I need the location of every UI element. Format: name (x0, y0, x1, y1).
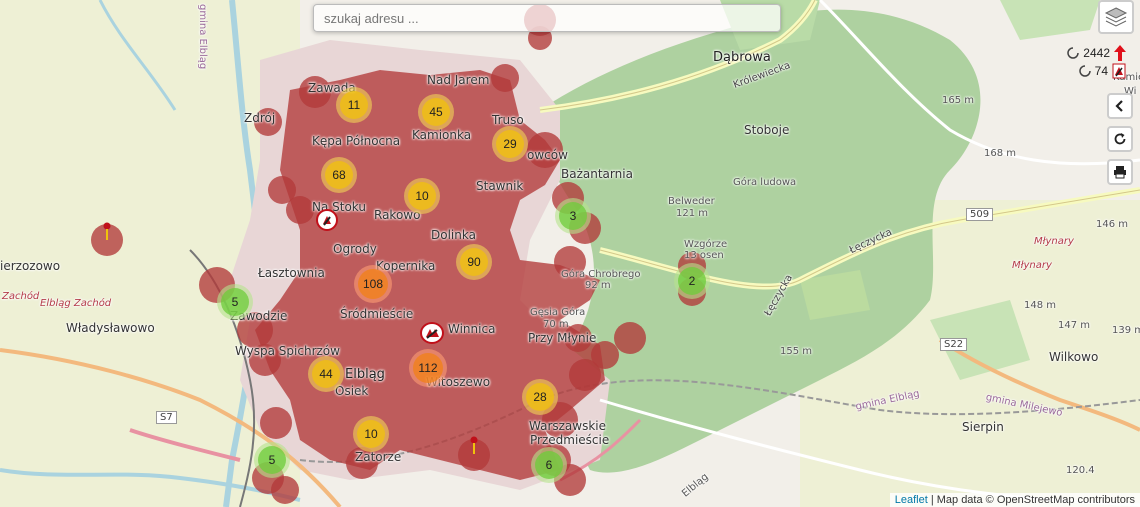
alert-counter: 2442 (1067, 45, 1126, 61)
red-arrow-up-icon (1114, 45, 1126, 61)
refresh-button[interactable] (1107, 126, 1133, 152)
alert-pin-icon (470, 436, 478, 454)
cluster-marker[interactable]: 2 (674, 263, 710, 299)
cluster-marker[interactable]: 112 (409, 349, 447, 387)
cluster-count: 11 (340, 91, 368, 119)
alert-pin-icon (103, 222, 111, 240)
chevron-left-icon (1115, 100, 1123, 112)
cluster-count: 5 (221, 288, 249, 316)
fire-station-marker[interactable] (316, 209, 338, 231)
address-search-input[interactable] (313, 4, 781, 32)
cluster-count: 108 (358, 269, 388, 299)
cluster-count: 29 (496, 130, 524, 158)
cluster-count: 28 (526, 383, 554, 411)
cluster-count: 44 (312, 360, 340, 388)
alert-pin-marker[interactable] (102, 222, 112, 240)
map-canvas[interactable]: Zawada Nad Jarem Dąbrowa Zdrój Kępa Półn… (0, 0, 1140, 507)
cluster-count: 112 (413, 353, 443, 383)
fire-station-icon (323, 216, 331, 226)
map-attribution: Leaflet | Map data © OpenStreetMap contr… (889, 493, 1140, 507)
alert-count: 2442 (1083, 46, 1110, 60)
cluster-marker[interactable]: 5 (254, 442, 290, 478)
collapse-panel-button[interactable] (1107, 93, 1133, 119)
cluster-marker[interactable]: 10 (353, 416, 389, 452)
cluster-marker[interactable]: 28 (522, 379, 558, 415)
loading-spinner-icon (1067, 47, 1080, 59)
cluster-marker[interactable]: 5 (217, 284, 253, 320)
cluster-marker[interactable]: 68 (321, 157, 357, 193)
fire-brigade-icon (1112, 63, 1126, 79)
cluster-count: 3 (559, 202, 587, 230)
station-counter: 74 (1078, 63, 1126, 79)
cluster-count: 6 (535, 451, 563, 479)
cluster-marker[interactable]: 45 (418, 94, 454, 130)
cluster-count: 5 (258, 446, 286, 474)
layers-control-button[interactable] (1098, 0, 1134, 34)
cluster-count: 2 (678, 267, 706, 295)
cluster-marker[interactable]: 29 (492, 126, 528, 162)
leaflet-link[interactable]: Leaflet (895, 494, 928, 506)
cluster-marker[interactable]: 108 (354, 265, 392, 303)
alert-pin-marker[interactable] (469, 436, 479, 454)
cluster-count: 45 (422, 98, 450, 126)
fire-station-icon (426, 329, 439, 339)
cluster-marker[interactable]: 3 (555, 198, 591, 234)
cluster-marker[interactable]: 6 (531, 447, 567, 483)
station-count: 74 (1094, 64, 1108, 78)
fire-station-marker[interactable] (420, 322, 444, 344)
cluster-marker[interactable]: 44 (308, 356, 344, 392)
cluster-count: 68 (325, 161, 353, 189)
cluster-marker[interactable]: 90 (456, 244, 492, 280)
print-button[interactable] (1107, 159, 1133, 185)
cluster-count: 10 (357, 420, 385, 448)
cluster-marker[interactable]: 11 (336, 87, 372, 123)
loading-spinner-icon (1078, 65, 1091, 77)
cluster-count: 10 (408, 182, 436, 210)
refresh-icon (1114, 133, 1126, 145)
layers-icon (1104, 7, 1128, 27)
basemap (0, 0, 1140, 507)
printer-icon (1114, 166, 1126, 179)
attribution-text: | Map data © OpenStreetMap contributors (927, 494, 1135, 506)
cluster-count: 90 (460, 248, 488, 276)
cluster-marker[interactable]: 10 (404, 178, 440, 214)
